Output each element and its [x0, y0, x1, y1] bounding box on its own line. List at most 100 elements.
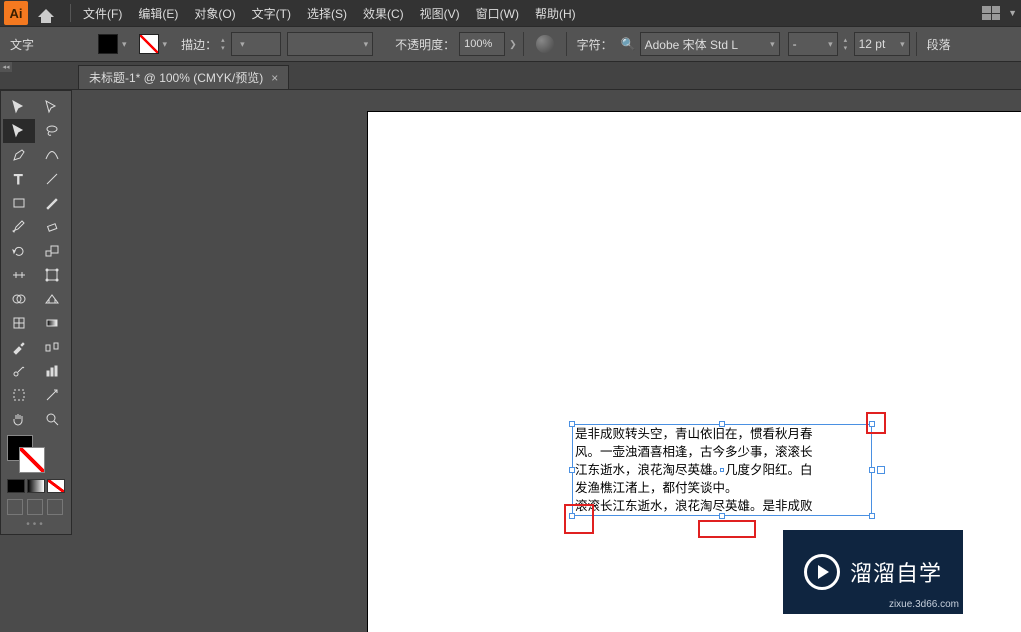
blend-tool[interactable] — [36, 335, 68, 359]
rotate-tool[interactable] — [3, 239, 35, 263]
separator — [566, 32, 567, 56]
document-title: 未标题-1* @ 100% (CMYK/预览) — [89, 69, 263, 86]
eraser-tool[interactable] — [36, 215, 68, 239]
stroke-weight-dropdown[interactable]: ▾ — [231, 32, 281, 56]
stroke-profile-dropdown[interactable]: ▾ — [287, 32, 373, 56]
lasso-tool[interactable] — [36, 119, 68, 143]
panel-collapse-tab[interactable]: ◂◂ — [0, 62, 12, 72]
scale-tool[interactable] — [36, 239, 68, 263]
opacity-label: 不透明度： — [395, 36, 455, 53]
recolor-icon[interactable] — [536, 35, 554, 53]
draw-inside-icon[interactable] — [47, 499, 63, 515]
selection-tool[interactable] — [3, 95, 35, 119]
selection-handle[interactable] — [569, 467, 575, 473]
selection-handle[interactable] — [719, 513, 725, 519]
text-line: 是非成败转头空，青山依旧在，惯看秋月春 — [575, 425, 869, 443]
watermark-text: 溜溜自学 — [850, 556, 942, 588]
eyedropper-tool[interactable] — [3, 335, 35, 359]
curvature-tool[interactable] — [36, 143, 68, 167]
menu-bar: Ai 文件(F) 编辑(E) 对象(O) 文字(T) 选择(S) 效果(C) 视… — [0, 0, 1021, 26]
font-style-dropdown[interactable]: -▾ — [788, 32, 838, 56]
close-icon[interactable]: × — [271, 71, 278, 85]
menu-edit[interactable]: 编辑(E) — [130, 5, 186, 22]
opacity-input[interactable]: 100% — [459, 32, 505, 56]
stroke-swatch[interactable] — [139, 34, 159, 54]
menu-help[interactable]: 帮助(H) — [527, 5, 584, 22]
chevron-down-icon[interactable]: ▾ — [163, 39, 168, 50]
fill-swatch[interactable] — [98, 34, 118, 54]
hand-tool[interactable] — [3, 407, 35, 431]
group-selection-tool[interactable] — [3, 119, 35, 143]
canvas-area[interactable]: 是非成败转头空，青山依旧在，惯看秋月春 风。一壶浊酒喜相逢，古今多少事，滚滚长 … — [78, 90, 1021, 632]
menu-window[interactable]: 窗口(W) — [468, 5, 527, 22]
watermark-url: zixue.3d66.com — [889, 599, 959, 610]
font-size-stepper[interactable]: ▴▾ — [844, 32, 854, 56]
draw-behind-icon[interactable] — [27, 499, 43, 515]
svg-text:T: T — [14, 171, 23, 187]
type-tool[interactable]: T — [3, 167, 35, 191]
pen-tool[interactable] — [3, 143, 35, 167]
toolbox-edit-icon[interactable]: ••• — [3, 519, 69, 530]
font-size-value: 12 pt — [859, 37, 886, 51]
text-frame[interactable]: 是非成败转头空，青山依旧在，惯看秋月春 风。一壶浊酒喜相逢，古今多少事，滚滚长 … — [572, 424, 872, 516]
menu-effect[interactable]: 效果(C) — [355, 5, 412, 22]
column-graph-tool[interactable] — [36, 359, 68, 383]
menu-object[interactable]: 对象(O) — [186, 5, 243, 22]
selection-handle[interactable] — [869, 467, 875, 473]
app-icon: Ai — [4, 1, 28, 25]
selection-handle[interactable] — [869, 513, 875, 519]
color-mode-gradient[interactable] — [27, 479, 45, 493]
options-bar: 文字 ▾ ▾ 描边： ▴▾ ▾ ▾ 不透明度： 100% ❯ 字符： 🔍 Ado… — [0, 26, 1021, 62]
selection-handle[interactable] — [869, 421, 875, 427]
menu-view[interactable]: 视图(V) — [412, 5, 468, 22]
slice-tool[interactable] — [36, 383, 68, 407]
perspective-tool[interactable] — [36, 287, 68, 311]
menu-type[interactable]: 文字(T) — [244, 5, 299, 22]
text-line: 风。一壶浊酒喜相逢，古今多少事，滚滚长 — [575, 443, 869, 461]
selection-handle[interactable] — [719, 421, 725, 427]
menu-select[interactable]: 选择(S) — [299, 5, 355, 22]
separator — [70, 4, 71, 22]
gradient-tool[interactable] — [36, 311, 68, 335]
chevron-down-icon[interactable]: ▼ — [1008, 8, 1017, 18]
selection-handle[interactable] — [569, 513, 575, 519]
color-mode-none[interactable] — [47, 479, 65, 493]
line-tool[interactable] — [36, 167, 68, 191]
home-icon[interactable] — [36, 3, 56, 23]
font-name-value: Adobe 宋体 Std L — [645, 36, 738, 53]
chevron-down-icon[interactable]: ▾ — [122, 39, 127, 50]
opacity-popup-icon[interactable]: ❯ — [509, 39, 517, 50]
document-tab[interactable]: 未标题-1* @ 100% (CMYK/预览) × — [78, 65, 289, 89]
color-swatches — [3, 435, 69, 475]
free-transform-tool[interactable] — [36, 263, 68, 287]
center-point[interactable] — [720, 468, 724, 472]
tool-mode-label: 文字 — [10, 36, 34, 53]
menu-file[interactable]: 文件(F) — [75, 5, 130, 22]
artboard-tool[interactable] — [3, 383, 35, 407]
paintbrush-tool[interactable] — [36, 191, 68, 215]
char-label: 字符： — [577, 36, 613, 53]
selection-handle[interactable] — [569, 421, 575, 427]
draw-normal-icon[interactable] — [7, 499, 23, 515]
paragraph-label: 段落 — [927, 36, 951, 53]
toolbox: T ••• — [0, 90, 72, 535]
font-size-dropdown[interactable]: 12 pt▾ — [854, 32, 910, 56]
direct-selection-tool[interactable] — [36, 95, 68, 119]
rectangle-tool[interactable] — [3, 191, 35, 215]
width-tool[interactable] — [3, 263, 35, 287]
search-icon[interactable]: 🔍 — [621, 37, 636, 51]
text-outport[interactable] — [877, 466, 885, 474]
pencil-tool[interactable] — [3, 215, 35, 239]
shape-builder-tool[interactable] — [3, 287, 35, 311]
mesh-tool[interactable] — [3, 311, 35, 335]
background-swatch[interactable] — [19, 447, 45, 473]
zoom-tool[interactable] — [36, 407, 68, 431]
separator — [916, 32, 917, 56]
symbol-sprayer-tool[interactable] — [3, 359, 35, 383]
document-tab-bar: 未标题-1* @ 100% (CMYK/预览) × — [0, 62, 1021, 90]
font-family-dropdown[interactable]: Adobe 宋体 Std L▾ — [640, 32, 780, 56]
arrange-docs-icon[interactable] — [982, 6, 1000, 20]
stroke-stepper[interactable]: ▴▾ — [221, 32, 231, 56]
color-mode-solid[interactable] — [7, 479, 25, 493]
play-icon — [804, 554, 840, 590]
